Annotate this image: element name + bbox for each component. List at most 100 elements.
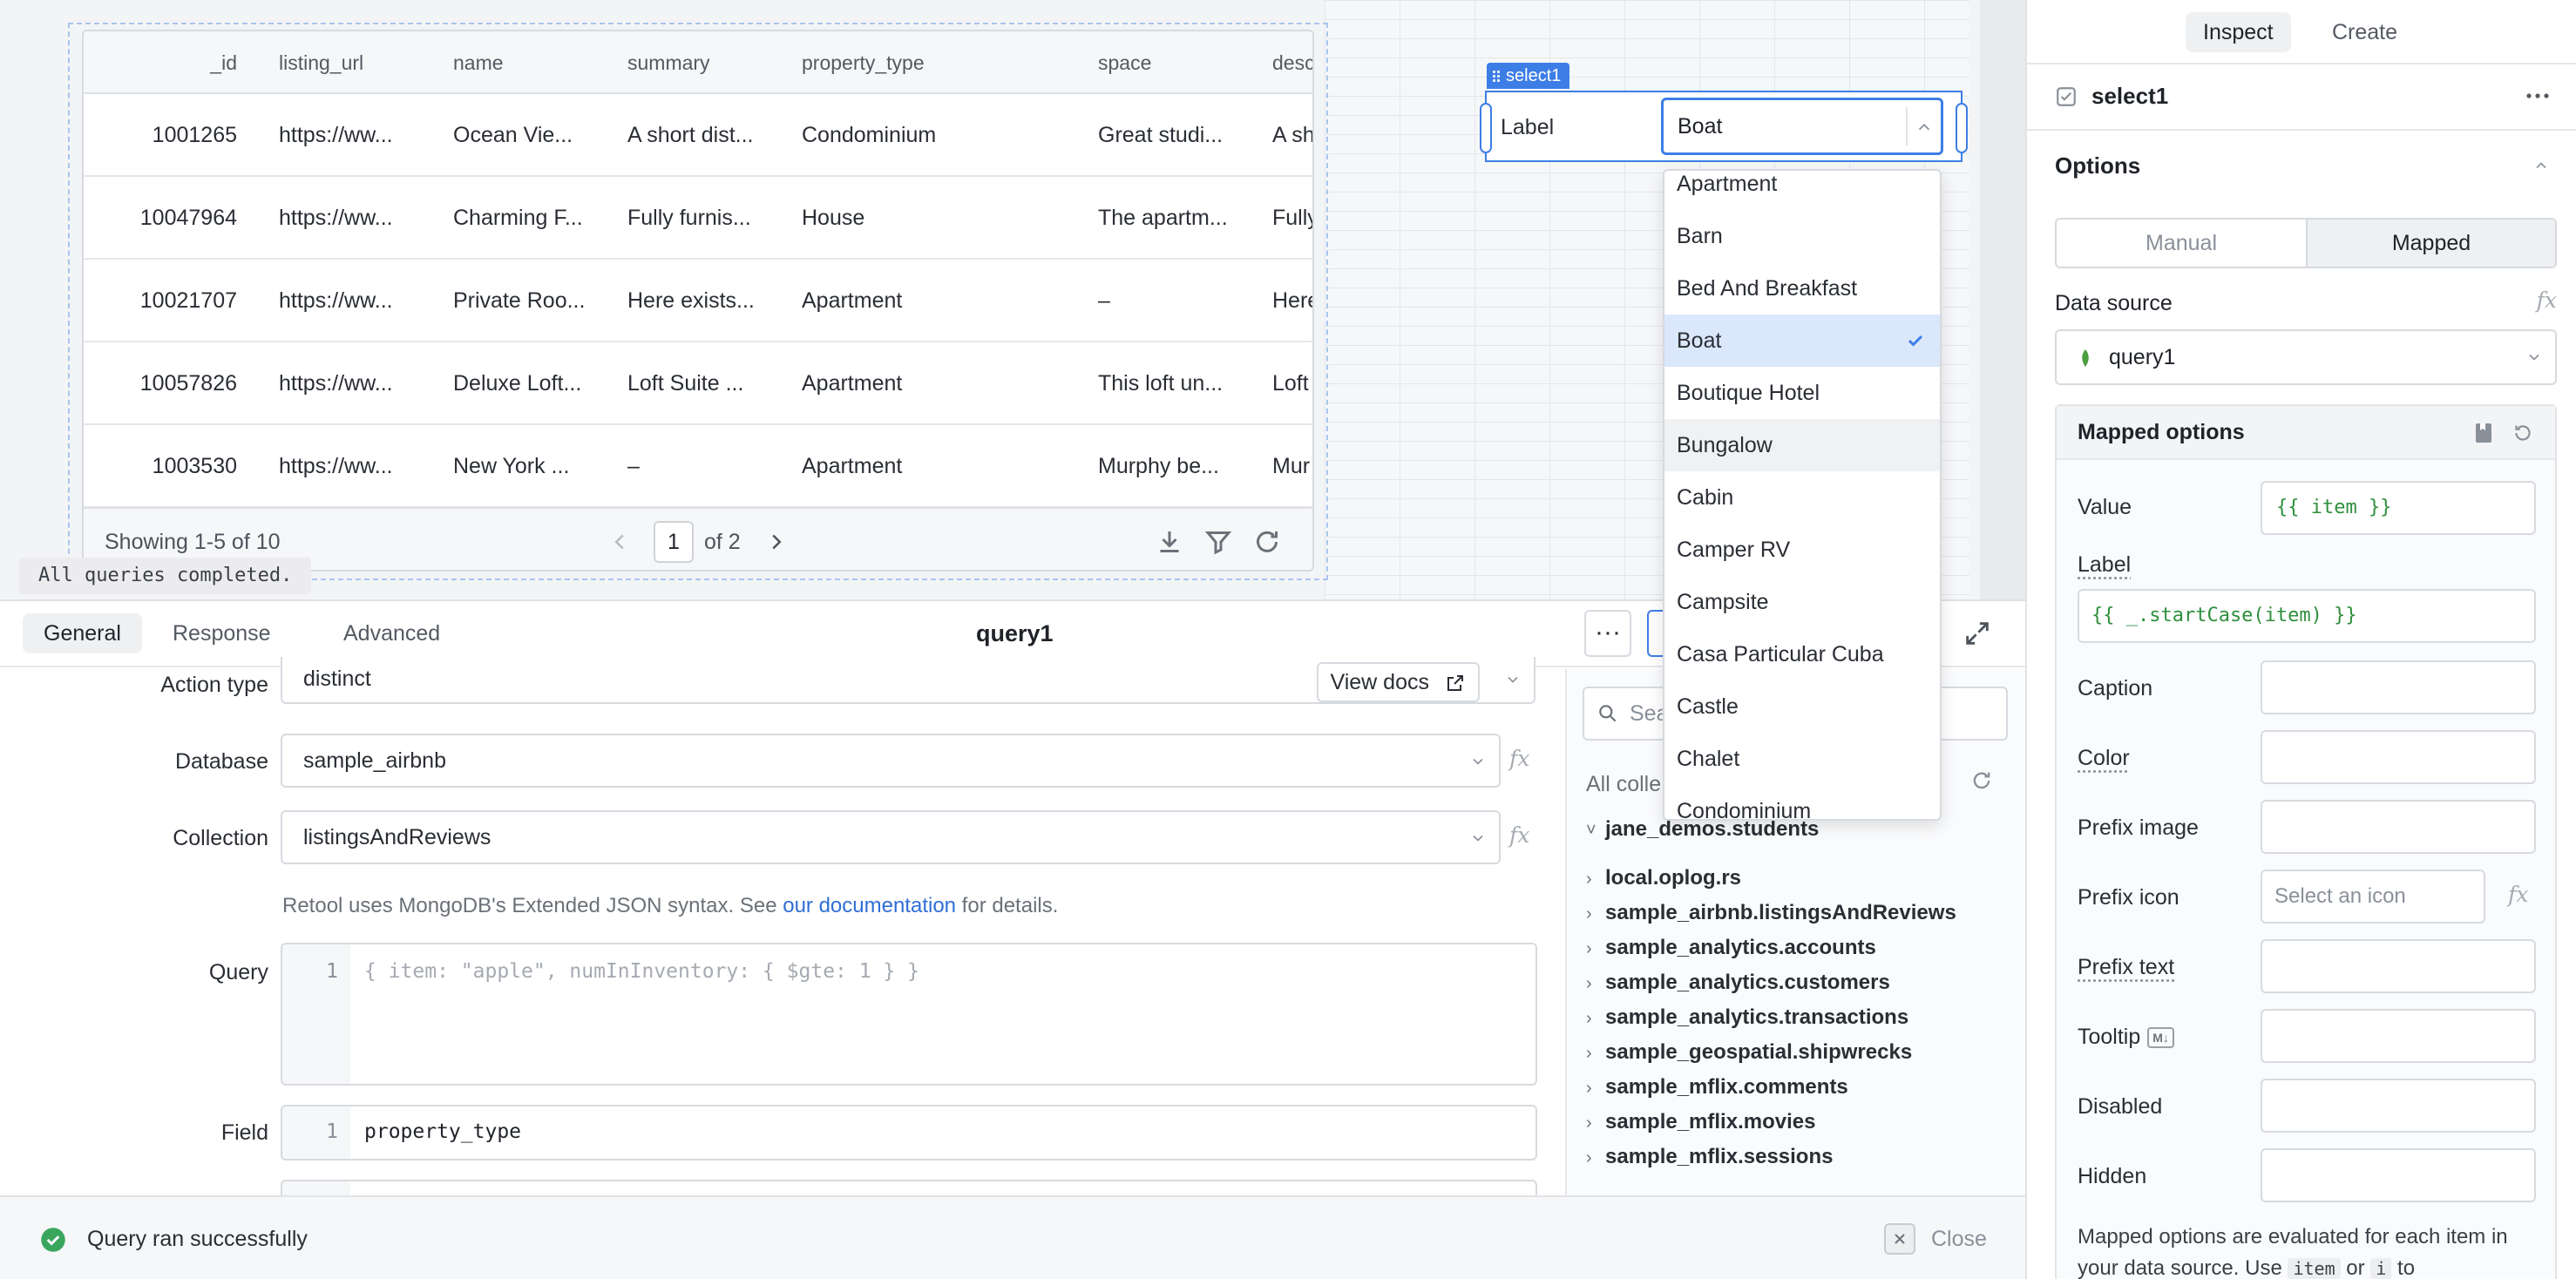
dropdown-option[interactable]: Cabin <box>1664 471 1940 524</box>
chevron-right-icon[interactable]: › <box>1586 1044 1605 1064</box>
field-code-editor[interactable]: 1 property_type <box>281 1105 1537 1161</box>
mode-manual[interactable]: Manual <box>2057 220 2306 267</box>
table-row[interactable]: 10057826 https://ww... Deluxe Loft... Loft … <box>84 342 1312 425</box>
chevron-down-icon[interactable] <box>1469 753 1487 770</box>
tab-inspect[interactable]: Inspect <box>2186 12 2291 52</box>
collection-item[interactable]: ˅ jane_demos.students <box>1586 817 1819 842</box>
chevron-right-icon[interactable]: › <box>1586 1009 1605 1029</box>
view-docs-button[interactable]: View docs <box>1316 662 1480 702</box>
column-header[interactable]: _id <box>84 31 237 94</box>
table-row[interactable]: 1003530 https://ww... New York ... – Apartme… <box>84 425 1312 508</box>
tab-create[interactable]: Create <box>2315 12 2415 52</box>
dropdown-option[interactable]: Chalet <box>1664 733 1940 785</box>
collection-item[interactable]: › local.oplog.rs <box>1586 866 1741 890</box>
chevron-up-icon[interactable] <box>2532 157 2550 174</box>
select-input[interactable]: Boat <box>1661 98 1943 155</box>
tooltip-input[interactable] <box>2261 1009 2536 1063</box>
download-icon[interactable] <box>1154 526 1185 558</box>
column-header[interactable]: summary <box>627 31 784 94</box>
refresh-icon[interactable] <box>1969 768 1994 793</box>
dropdown-option[interactable]: Boat <box>1664 315 1940 367</box>
chevron-right-icon[interactable]: › <box>1586 1148 1605 1168</box>
column-header[interactable]: space <box>1098 31 1255 94</box>
reset-icon[interactable] <box>2512 422 2534 444</box>
collection-item[interactable]: › sample_mflix.movies <box>1586 1110 1815 1134</box>
close-button[interactable] <box>1884 1223 1915 1255</box>
prefix-icon-select[interactable]: Select an icon <box>2261 870 2485 924</box>
color-input[interactable] <box>2261 730 2536 784</box>
prefix-text-input[interactable] <box>2261 939 2536 993</box>
chevron-up-icon[interactable] <box>1915 118 1934 137</box>
dropdown-option[interactable]: Apartment <box>1664 171 1940 210</box>
select-component-tag[interactable]: select1 <box>1487 63 1570 89</box>
column-header[interactable]: desc <box>1272 31 1312 94</box>
document-icon[interactable] <box>2473 422 2494 444</box>
collection-item[interactable]: › sample_analytics.customers <box>1586 971 1890 995</box>
documentation-link[interactable]: our documentation <box>783 894 956 917</box>
chevron-down-icon[interactable]: ˅ <box>1586 821 1605 841</box>
expand-icon[interactable] <box>1963 619 1992 648</box>
label-input[interactable]: {{ _.startCase(item) }} <box>2078 589 2536 643</box>
column-header[interactable]: listing_url <box>279 31 436 94</box>
more-options-icon[interactable] <box>2524 84 2552 108</box>
chevron-right-icon[interactable]: › <box>1586 1113 1605 1134</box>
collection-item[interactable]: › sample_airbnb.listingsAndReviews <box>1586 901 1956 925</box>
column-header[interactable]: name <box>453 31 610 94</box>
dropdown-option[interactable]: Barn <box>1664 210 1940 262</box>
data-source-select[interactable]: query1 <box>2055 329 2557 385</box>
query-more-button[interactable]: ··· <box>1584 610 1631 657</box>
collection-item[interactable]: › sample_analytics.accounts <box>1586 936 1876 960</box>
close-label[interactable]: Close <box>1931 1197 1987 1279</box>
table-row[interactable]: 10047964 https://ww... Charming F... Fully … <box>84 177 1312 260</box>
database-select[interactable]: sample_airbnb <box>281 734 1501 788</box>
tab-response[interactable]: Response <box>152 613 292 653</box>
select-dropdown-menu[interactable]: Apartment Barn Bed And Breakfast Boat Boutiq… <box>1663 169 1942 821</box>
tab-advanced[interactable]: Advanced <box>322 613 461 653</box>
chevron-down-icon[interactable] <box>1504 671 1522 688</box>
table-row[interactable]: 1001265 https://ww... Ocean Vie... A short … <box>84 94 1312 177</box>
component-name[interactable]: select1 <box>2091 78 2168 113</box>
table-widget[interactable]: _id listing_url name summary property_type sp… <box>82 30 1314 572</box>
next-page-icon[interactable] <box>763 526 790 558</box>
chevron-down-icon[interactable] <box>1469 829 1487 847</box>
collection-item[interactable]: › sample_analytics.transactions <box>1586 1005 1908 1030</box>
collection-select[interactable]: listingsAndReviews <box>281 810 1501 864</box>
chevron-right-icon[interactable]: › <box>1586 904 1605 924</box>
options-section-title[interactable]: Options <box>2055 148 2140 183</box>
disabled-input[interactable] <box>2261 1079 2536 1133</box>
caption-input[interactable] <box>2261 660 2536 714</box>
refresh-icon[interactable] <box>1251 526 1283 558</box>
mode-mapped[interactable]: Mapped <box>2306 220 2555 267</box>
dropdown-option[interactable]: Boutique Hotel <box>1664 367 1940 419</box>
value-input[interactable]: {{ item }} <box>2261 481 2536 535</box>
column-header[interactable]: property_type <box>802 31 1081 94</box>
chevron-right-icon[interactable]: › <box>1586 974 1605 994</box>
collection-item[interactable]: › sample_mflix.comments <box>1586 1075 1848 1100</box>
chevron-right-icon[interactable]: › <box>1586 939 1605 959</box>
dropdown-option[interactable]: Bungalow <box>1664 419 1940 471</box>
chevron-right-icon[interactable]: › <box>1586 1079 1605 1099</box>
dropdown-option[interactable]: Camper RV <box>1664 524 1940 576</box>
resize-handle-right[interactable] <box>1956 103 1968 153</box>
collection-fx-icon[interactable]: fx <box>1509 822 1529 848</box>
data-source-fx-icon[interactable]: fx <box>2537 288 2557 313</box>
prev-page-icon[interactable] <box>607 526 633 558</box>
prefix-image-input[interactable] <box>2261 800 2536 854</box>
query-code-editor[interactable]: 1 { item: "apple", numInInventory: { $gt… <box>281 943 1537 1086</box>
collection-item[interactable]: › sample_mflix.sessions <box>1586 1145 1833 1169</box>
chevron-down-icon[interactable] <box>2525 349 2543 366</box>
dropdown-option[interactable]: Casa Particular Cuba <box>1664 628 1940 680</box>
filter-icon[interactable] <box>1203 526 1234 558</box>
hidden-input[interactable] <box>2261 1148 2536 1202</box>
dropdown-option[interactable]: Bed And Breakfast <box>1664 262 1940 315</box>
collection-item[interactable]: › sample_geospatial.shipwrecks <box>1586 1040 1912 1065</box>
prefix-icon-fx-icon[interactable]: fx <box>2508 882 2528 907</box>
resize-handle-left[interactable] <box>1480 103 1492 153</box>
drag-grip-icon[interactable] <box>1492 70 1501 82</box>
table-row[interactable]: 10021707 https://ww... Private Roo... Here … <box>84 260 1312 342</box>
chevron-right-icon[interactable]: › <box>1586 870 1605 890</box>
dropdown-option[interactable]: Campsite <box>1664 576 1940 628</box>
page-number-input[interactable]: 1 <box>654 521 694 563</box>
action-type-select[interactable]: distinct View docs <box>281 657 1535 704</box>
dropdown-option[interactable]: Condominium <box>1664 785 1940 819</box>
